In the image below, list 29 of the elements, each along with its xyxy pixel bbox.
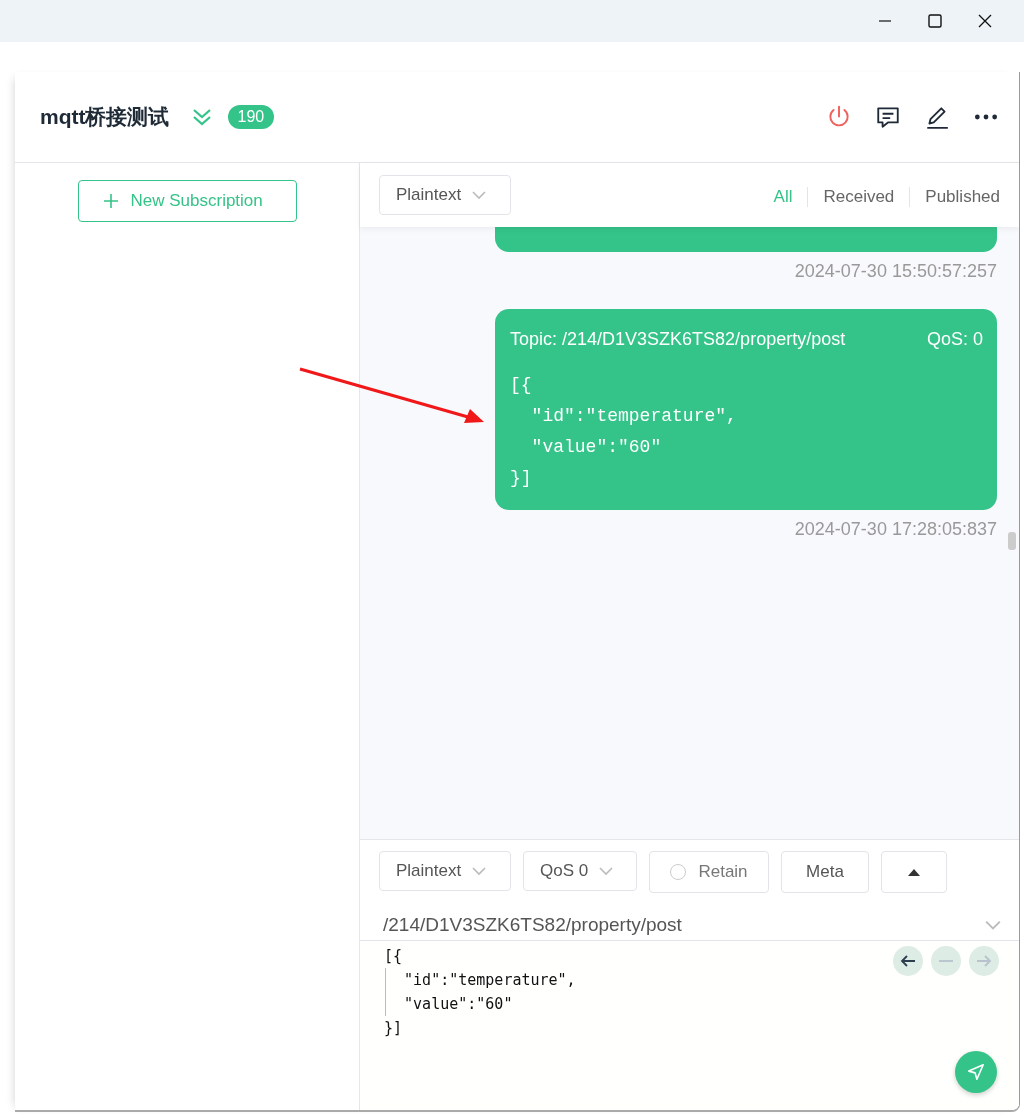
scrollbar-thumb[interactable]	[1008, 532, 1016, 550]
filter-tab[interactable]: Received	[807, 187, 910, 207]
minus-icon	[939, 960, 953, 962]
message-topic: Topic: /214/D1V3SZK6TS82/property/post	[510, 329, 846, 350]
topic-input[interactable]: /214/D1V3SZK6TS82/property/post	[383, 913, 682, 936]
triangle-up-icon	[907, 867, 921, 877]
close-icon[interactable]	[977, 13, 993, 29]
connection-title: mqtt桥接测试	[40, 104, 170, 130]
send-button[interactable]	[955, 1051, 997, 1093]
message-payload: [{ "id":"temperature", "value":"60" }]	[510, 374, 738, 490]
comment-icon[interactable]	[875, 104, 901, 130]
message-timestamp: 2024-07-30 17:28:05:837	[794, 519, 997, 540]
back-arrow-icon	[900, 953, 916, 969]
forward-arrow-icon	[976, 953, 992, 969]
send-icon	[967, 1063, 985, 1081]
payload-editor[interactable]: [{ "id":"temperature", "value":"60" }]	[384, 944, 684, 1040]
back-arrow-button[interactable]	[893, 946, 923, 976]
plus-icon	[102, 193, 119, 209]
meta-button[interactable]: Meta	[781, 851, 869, 893]
maximize-icon[interactable]	[927, 13, 943, 29]
edit-icon[interactable]	[924, 104, 950, 130]
message-count-badge: 190	[227, 105, 275, 129]
qos-select[interactable]: QoS 0	[523, 851, 637, 891]
payload-format-select[interactable]: Plaintext	[379, 851, 511, 891]
filter-tab[interactable]: Published	[909, 187, 1015, 207]
retain-toggle[interactable]: Retain	[649, 851, 769, 893]
message-qos: QoS: 0	[926, 329, 983, 350]
message-timestamp: 2024-07-30 15:50:57:257	[794, 261, 997, 282]
format-select[interactable]: Plaintext	[379, 175, 511, 215]
